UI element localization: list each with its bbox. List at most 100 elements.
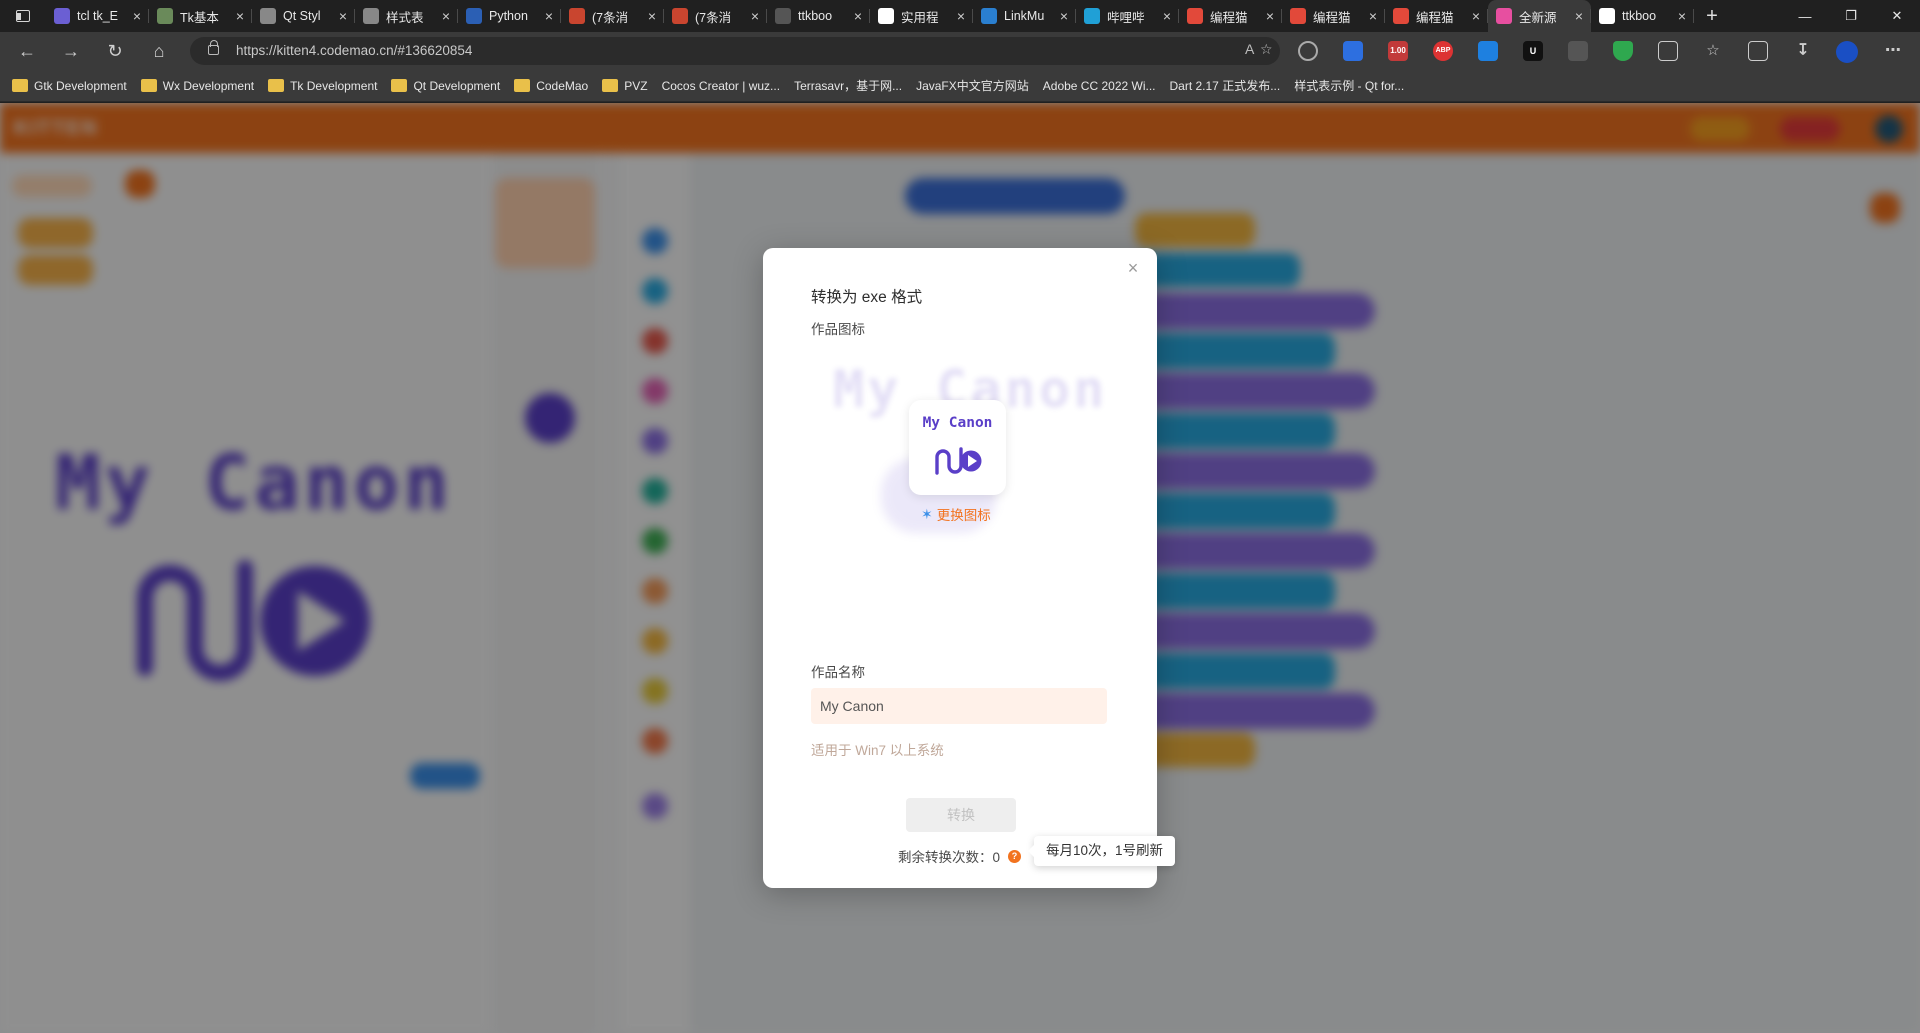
tab-close-icon[interactable]: × xyxy=(1678,8,1686,24)
name-section-label: 作品名称 xyxy=(811,665,865,680)
browser-tab[interactable]: Python × xyxy=(458,0,561,32)
tab-close-icon[interactable]: × xyxy=(133,8,141,24)
bookmark-link[interactable]: Dart 2.17 正式发布... xyxy=(0,77,1281,188)
extension-icon[interactable] xyxy=(1478,41,1498,61)
tab-close-icon[interactable]: × xyxy=(854,8,862,24)
icon-preview-area: My Canon My Canon ✶ 更换图标 xyxy=(811,338,1111,558)
app-icon-preview: My Canon xyxy=(909,400,1006,495)
browser-tab[interactable]: (7条消 × xyxy=(561,0,664,32)
tab-close-icon[interactable]: × xyxy=(751,8,759,24)
tab-favicon-icon xyxy=(466,8,482,24)
new-tab-button[interactable]: + xyxy=(1694,0,1730,32)
bookmark-label: Cocos Creator | wuz... xyxy=(661,78,781,93)
browser-tab[interactable]: (7条消 × xyxy=(664,0,767,32)
tab-actions-menu[interactable] xyxy=(0,0,46,32)
extension-icon[interactable] xyxy=(1568,41,1588,61)
bookmark-link[interactable]: Terrasavr，基于网... xyxy=(0,77,902,188)
remaining-label: 剩余转换次数：0 xyxy=(898,850,1001,865)
tab-label: 编程猫 xyxy=(1210,10,1248,25)
bookmark-folder[interactable]: Qt Development xyxy=(391,79,500,93)
bookmark-folder[interactable]: Gtk Development xyxy=(12,79,127,93)
tab-favicon-icon xyxy=(1084,8,1100,24)
bookmark-folder[interactable]: Wx Development xyxy=(140,79,254,93)
shield-icon[interactable] xyxy=(1613,41,1633,61)
tab-close-icon[interactable]: × xyxy=(957,8,965,24)
extension-icon[interactable]: U xyxy=(1523,41,1543,61)
bookmark-link[interactable]: Adobe CC 2022 Wi... xyxy=(0,78,1156,188)
tab-close-icon[interactable]: × xyxy=(1575,8,1583,24)
icon-section-label: 作品图标 xyxy=(811,322,865,337)
browser-tab[interactable]: 编程猫 × xyxy=(1385,0,1488,32)
url-field[interactable]: https://kitten4.codemao.cn/#136620854 xyxy=(190,37,1280,65)
tab-label: Qt Styl xyxy=(283,9,321,23)
tab-actions-icon xyxy=(16,10,30,22)
browser-tab[interactable]: 哔哩哔 × xyxy=(1076,0,1179,32)
profile-avatar[interactable] xyxy=(1836,41,1858,63)
tab-close-icon[interactable]: × xyxy=(339,8,347,24)
browser-tab[interactable]: 编程猫 × xyxy=(1179,0,1282,32)
read-aloud-icon[interactable]: A ☆ xyxy=(1245,41,1273,58)
extension-badge-icon[interactable]: 1.00 xyxy=(1388,41,1408,61)
tab-close-icon[interactable]: × xyxy=(1369,8,1377,24)
adblock-icon[interactable]: ABP xyxy=(1433,41,1453,61)
tab-label: 编程猫 xyxy=(1416,10,1454,25)
tab-favicon-icon xyxy=(1496,8,1512,24)
tab-close-icon[interactable]: × xyxy=(236,8,244,24)
forward-button[interactable]: → xyxy=(58,39,84,63)
minimize-button[interactable]: — xyxy=(1782,0,1828,32)
tab-strip: tcl tk_E × Tk基本 × Qt Styl × 样式表 × Python × (7条消 × (7… xyxy=(46,0,1694,32)
bookmark-label: PVZ xyxy=(624,78,648,93)
collections-icon[interactable] xyxy=(1748,41,1768,61)
tab-favicon-icon xyxy=(1290,8,1306,24)
tab-close-icon[interactable]: × xyxy=(1472,8,1480,24)
browser-tab[interactable]: 编程猫 × xyxy=(1282,0,1385,32)
browser-tab[interactable]: ttkboo × xyxy=(767,0,870,32)
tab-label: (7条消 xyxy=(592,10,629,25)
bookmark-label: Qt Development xyxy=(413,78,501,93)
tab-favicon-icon xyxy=(672,8,688,24)
extension-icon[interactable] xyxy=(1343,41,1363,61)
tab-label: ttkboo xyxy=(798,9,833,23)
tab-close-icon[interactable]: × xyxy=(442,8,450,24)
browser-tab[interactable]: 全新源 × xyxy=(1488,0,1591,32)
sparkle-icon: ✶ xyxy=(921,505,933,522)
browser-tab[interactable]: 样式表 × xyxy=(355,0,458,32)
browser-tab[interactable]: LinkMu × xyxy=(973,0,1076,32)
tab-close-icon[interactable]: × xyxy=(1060,8,1068,24)
bookmark-folder[interactable]: PVZ xyxy=(602,78,648,93)
favorites-icon[interactable]: ☆ xyxy=(1703,41,1723,61)
bookmark-label: CodeMao xyxy=(536,78,589,93)
restore-button[interactable]: ❐ xyxy=(1828,0,1874,32)
convert-button[interactable]: 转换 xyxy=(906,798,1016,832)
bookmark-folder[interactable]: CodeMao xyxy=(514,79,588,93)
bookmark-link[interactable]: Cocos Creator | wuz... xyxy=(0,78,781,188)
bookmark-link[interactable]: JavaFX中文官方网站 xyxy=(0,77,1029,188)
close-window-button[interactable]: ✕ xyxy=(1874,0,1920,32)
back-button[interactable]: ← xyxy=(14,39,40,63)
tab-label: 编程猫 xyxy=(1313,10,1351,25)
tab-favicon-icon xyxy=(1187,8,1203,24)
browser-tab[interactable]: ttkboo × xyxy=(1591,0,1694,32)
help-icon[interactable]: ? xyxy=(1008,849,1022,863)
puzzle-icon[interactable] xyxy=(1658,41,1678,61)
bookmark-link[interactable]: 样式表示例 - Qt for... xyxy=(0,77,1404,188)
change-icon-button[interactable]: ✶ 更换图标 xyxy=(921,504,991,524)
browser-tab[interactable]: Tk基本 × xyxy=(149,0,252,32)
tab-close-icon[interactable]: × xyxy=(1163,8,1171,24)
bookmark-label: Adobe CC 2022 Wi... xyxy=(1042,78,1156,93)
close-icon[interactable]: × xyxy=(1123,258,1143,278)
tab-close-icon[interactable]: × xyxy=(1266,8,1274,24)
tab-close-icon[interactable]: × xyxy=(648,8,656,24)
browser-tab[interactable]: Qt Styl × xyxy=(252,0,355,32)
bookmark-folder[interactable]: Tk Development xyxy=(268,79,377,93)
browser-tab[interactable]: tcl tk_E × xyxy=(46,0,149,32)
extension-icon[interactable] xyxy=(1298,41,1318,61)
bookmark-label: Dart 2.17 正式发布... xyxy=(1169,79,1281,93)
refresh-button[interactable]: ↻ xyxy=(102,39,128,63)
home-button[interactable]: ⌂ xyxy=(146,39,172,63)
tab-close-icon[interactable]: × xyxy=(545,8,553,24)
browser-tab[interactable]: 实用程 × xyxy=(870,0,973,32)
download-icon[interactable]: ↧ xyxy=(1793,41,1813,61)
project-name-input[interactable] xyxy=(811,688,1107,724)
more-menu-icon[interactable]: ⋯ xyxy=(1883,41,1903,61)
